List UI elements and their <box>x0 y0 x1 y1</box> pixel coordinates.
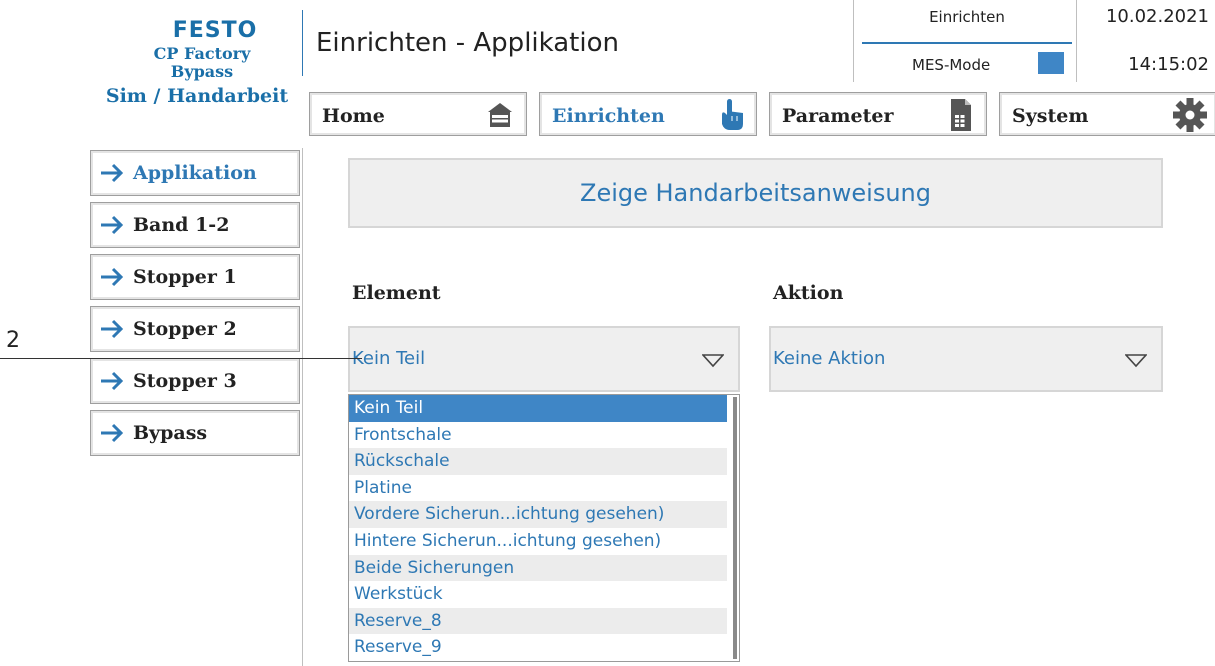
system-button[interactable]: System <box>999 92 1215 136</box>
mes-mode-indicator[interactable] <box>1038 52 1064 74</box>
gear-icon <box>1173 98 1207 132</box>
mode-label: Einrichten <box>929 8 1005 26</box>
home-button[interactable]: Home <box>309 92 527 136</box>
element-dropdown[interactable]: Kein Teil <box>348 326 740 392</box>
sidebar-item-label: Applikation <box>133 162 257 184</box>
show-instruction-button[interactable]: Zeige Handarbeitsanweisung <box>348 158 1163 228</box>
dropdown-option[interactable]: Platine <box>349 475 727 502</box>
sidebar-item-bypass[interactable]: Bypass <box>90 410 300 456</box>
einrichten-button[interactable]: Einrichten <box>539 92 757 136</box>
system-button-label: System <box>1012 105 1089 127</box>
date-display: 10.02.2021 <box>1105 6 1209 27</box>
element-label: Element <box>352 282 441 304</box>
sidebar-item-label: Band 1-2 <box>133 214 230 236</box>
home-icon <box>488 103 512 127</box>
document-icon <box>951 99 971 131</box>
sidebar-item-stopper-1[interactable]: Stopper 1 <box>90 254 300 300</box>
sidebar-item-label: Stopper 2 <box>133 318 237 340</box>
arrow-right-icon <box>101 423 124 443</box>
festo-logo: FESTO <box>172 18 258 43</box>
sidebar-item-applikation[interactable]: Applikation <box>90 150 300 196</box>
page-title: Einrichten - Applikation <box>316 28 619 58</box>
sidebar-item-band-1-2[interactable]: Band 1-2 <box>90 202 300 248</box>
chevron-down-icon <box>1125 354 1147 368</box>
pointing-hand-icon <box>722 99 743 130</box>
dropdown-option[interactable]: Vordere Sicherun...ichtung gesehen) <box>349 501 727 528</box>
sidebar-item-label: Bypass <box>133 422 208 444</box>
sidebar-divider <box>302 148 303 666</box>
arrow-right-icon <box>101 267 124 287</box>
dropdown-option[interactable]: Reserve_8 <box>349 607 727 635</box>
sidebar-item-stopper-3[interactable]: Stopper 3 <box>90 358 300 404</box>
arrow-right-icon <box>101 163 124 183</box>
aktion-label: Aktion <box>773 282 844 304</box>
arrow-right-icon <box>101 215 124 235</box>
aktion-dropdown-value: Keine Aktion <box>773 348 886 369</box>
element-dropdown-list[interactable]: Kein Teil Frontschale Rückschale Platine… <box>348 394 740 662</box>
dropdown-option[interactable]: Werkstück <box>349 581 727 608</box>
time-display: 14:15:02 <box>1128 54 1209 75</box>
arrow-right-icon <box>101 319 124 339</box>
header-divider <box>302 10 303 76</box>
sidebar-item-label: Stopper 3 <box>133 370 237 392</box>
home-button-label: Home <box>322 105 385 127</box>
brand-line-3: Sim / Handarbeit <box>105 85 289 107</box>
header-divider-2 <box>853 0 854 82</box>
dropdown-option[interactable]: Reserve_9 <box>349 634 727 661</box>
aktion-dropdown[interactable]: Keine Aktion <box>769 326 1163 392</box>
dropdown-option[interactable]: Rückschale <box>349 448 727 475</box>
chevron-down-icon <box>702 354 724 368</box>
sidebar-item-stopper-2[interactable]: Stopper 2 <box>90 306 300 352</box>
brand-line-2: Bypass <box>170 62 234 81</box>
mes-mode-label: MES-Mode <box>912 56 991 74</box>
arrow-right-icon <box>101 371 124 391</box>
brand-line-1: CP Factory <box>153 44 251 63</box>
dropdown-option[interactable]: Beide Sicherungen <box>349 554 727 582</box>
callout-number: 2 <box>6 328 20 353</box>
dropdown-option[interactable]: Hintere Sicherun...ichtung gesehen) <box>349 528 727 555</box>
element-dropdown-value: Kein Teil <box>352 348 426 369</box>
header-divider-3 <box>1076 0 1077 82</box>
sidebar-item-label: Stopper 1 <box>133 266 237 288</box>
list-scrollbar[interactable] <box>733 397 737 659</box>
parameter-button-label: Parameter <box>782 105 894 127</box>
parameter-button[interactable]: Parameter <box>769 92 987 136</box>
mode-underline <box>862 42 1072 44</box>
dropdown-option[interactable]: Kein Teil <box>349 395 727 422</box>
callout-line <box>0 358 362 359</box>
einrichten-button-label: Einrichten <box>552 105 665 127</box>
dropdown-option[interactable]: Frontschale <box>349 422 727 449</box>
brand-block: FESTO CP Factory Bypass Sim / Handarbeit <box>92 18 302 107</box>
